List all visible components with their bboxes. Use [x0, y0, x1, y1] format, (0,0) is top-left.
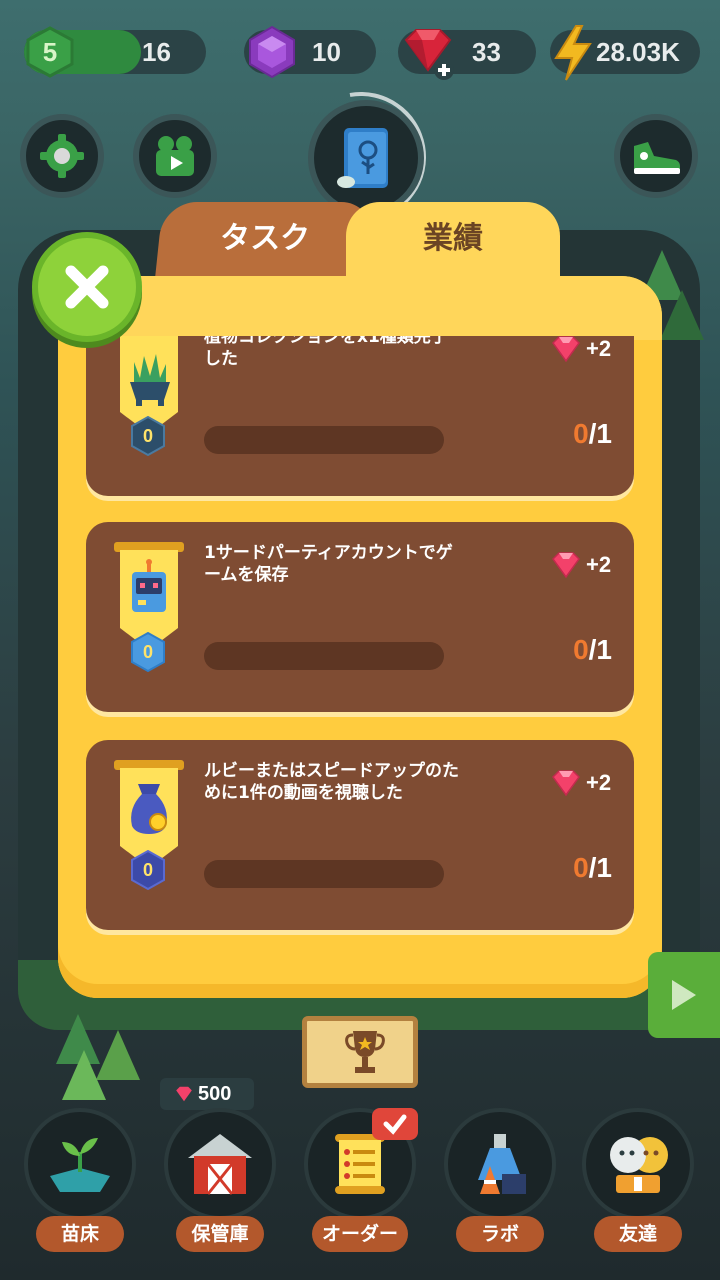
watch-video-button[interactable]: [133, 114, 217, 198]
level-xp-bar[interactable]: 5 16: [24, 26, 206, 78]
tree: [62, 1050, 106, 1100]
achievement-progress-bar: [204, 426, 444, 454]
achievement-reward: +2: [550, 548, 620, 582]
nav-lab-label: ラボ: [456, 1216, 544, 1252]
play-arrow-icon: [672, 980, 696, 1010]
nav-lab-circle: [444, 1108, 556, 1220]
reward-value: +2: [586, 552, 612, 577]
progress-total: /1: [588, 418, 612, 449]
achievements-list[interactable]: 0 植物コレクションをx1種類完了した +2 0/1 0 1サードパーティアカウ…: [86, 336, 634, 948]
nav-lab[interactable]: ラボ: [444, 1108, 556, 1258]
shoe-shop-button[interactable]: [614, 114, 698, 198]
reward-value: +2: [586, 336, 612, 361]
price-value: 500: [198, 1083, 232, 1105]
energy-counter[interactable]: 28.03K: [550, 25, 700, 81]
trophy-sign[interactable]: [302, 1016, 418, 1088]
nav-friends[interactable]: 友達: [582, 1108, 694, 1258]
panel-header: [58, 276, 662, 340]
sneaker-icon: [634, 142, 680, 174]
energy-value: 28.03K: [596, 37, 680, 67]
progress-current: 0: [573, 418, 589, 449]
collection-book-button[interactable]: [308, 100, 424, 216]
nav-orders-label: オーダー: [312, 1216, 408, 1252]
achievement-progress-bar: [204, 860, 444, 888]
amethyst-value: 10: [312, 37, 341, 67]
price-tag: 500: [160, 1078, 254, 1110]
barn-icon: [188, 1134, 252, 1195]
ruby-value: 33: [472, 37, 501, 67]
order-scroll-icon: [335, 1134, 385, 1194]
achievement-progress: 0/1: [573, 852, 612, 884]
close-button[interactable]: [32, 232, 142, 342]
achievement-description: ルビーまたはスピードアップのために1件の動画を視聴した: [204, 761, 459, 803]
nav-friends-label: 友達: [594, 1216, 682, 1252]
nav-storage-circle: [164, 1108, 276, 1220]
tree: [660, 290, 704, 340]
ruby-icon: [552, 552, 580, 579]
amethyst-counter[interactable]: 10: [244, 25, 376, 79]
achievement-card: 0 1サードパーティアカウントでゲームを保存 +2 0/1: [86, 522, 634, 712]
reward-value: +2: [586, 770, 612, 795]
amethyst-gem-icon: [249, 25, 295, 79]
progress-total: /1: [588, 634, 612, 665]
achievement-description: 植物コレクションをx1種類完了した: [204, 336, 448, 369]
sprout-icon: [50, 1138, 110, 1192]
nav-nursery[interactable]: 苗床: [24, 1108, 136, 1258]
xp-value: 16: [142, 37, 171, 67]
nav-nursery-label: 苗床: [36, 1216, 124, 1252]
nav-storage[interactable]: 保管庫: [164, 1108, 276, 1258]
lab-flask-icon: [478, 1134, 526, 1194]
ruby-icon: [552, 336, 580, 363]
ruby-icon: [176, 1086, 192, 1102]
achievement-progress: 0/1: [573, 418, 612, 450]
achievement-card: 0 ルビーまたはスピードアップのために1件の動画を視聴した +2 0/1: [86, 740, 634, 930]
achievement-level: 0: [142, 860, 153, 880]
video-camera-icon: [156, 136, 194, 176]
nav-storage-label: 保管庫: [176, 1216, 264, 1252]
achievement-level: 0: [142, 426, 153, 446]
progress-total: /1: [588, 852, 612, 883]
achievement-card: 0 植物コレクションをx1種類完了した +2 0/1: [86, 336, 634, 496]
tab-achievements-label: 業績: [423, 221, 483, 256]
level-value: 5: [42, 37, 58, 67]
gear-icon: [40, 134, 84, 178]
ruby-counter[interactable]: 33: [398, 29, 536, 80]
achievement-progress-bar: [204, 642, 444, 670]
achievement-reward: +2: [550, 766, 620, 800]
nav-nursery-circle: [24, 1108, 136, 1220]
book-icon: [337, 128, 388, 188]
orders-complete-badge: [372, 1108, 418, 1140]
next-page-button[interactable]: [648, 952, 720, 1038]
achievement-description: 1サードパーティアカウントでゲームを保存: [204, 543, 453, 585]
ruby-plus-icon: [404, 29, 454, 80]
close-icon: [65, 265, 109, 309]
achievement-level: 0: [142, 642, 153, 662]
ruby-icon: [552, 770, 580, 797]
achievement-reward: +2: [550, 336, 620, 366]
nav-friends-circle: [582, 1108, 694, 1220]
trophy-icon: [345, 1031, 385, 1073]
progress-current: 0: [573, 852, 589, 883]
settings-button[interactable]: [20, 114, 104, 198]
friends-icon: [610, 1137, 668, 1193]
checkmark-icon: [383, 1114, 407, 1135]
progress-current: 0: [573, 634, 589, 665]
tab-tasks-label: タスク: [220, 221, 311, 256]
achievement-progress: 0/1: [573, 634, 612, 666]
lightning-icon: [554, 25, 592, 81]
